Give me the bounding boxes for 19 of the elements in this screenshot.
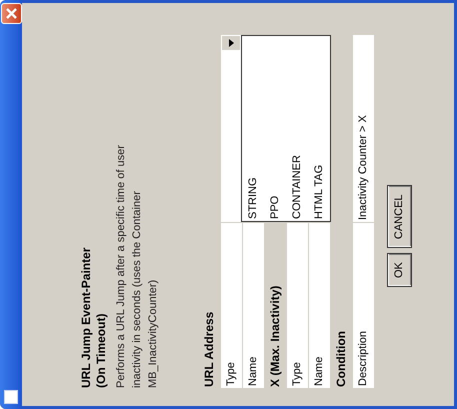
dropdown-button[interactable]: [221, 35, 241, 51]
dropdown-option[interactable]: CONTAINER: [286, 36, 308, 221]
ok-button[interactable]: OK: [387, 253, 412, 287]
close-icon: [4, 7, 18, 20]
dropdown-option[interactable]: HTML TAG: [308, 36, 330, 221]
property-value: Inactivity Counter > X: [353, 35, 374, 222]
window-icon: [4, 390, 18, 404]
dropdown-option[interactable]: STRING: [242, 36, 264, 221]
property-label: Description: [353, 223, 374, 388]
description-text: Performs a URL Jump after a specific time of user inactivity in seconds (uses the Container MB_InactivityCounter): [114, 144, 160, 388]
dialog-heading: URL Jump Event-Painter (On Timeout): [79, 246, 109, 388]
property-label: Name: [243, 223, 264, 388]
cancel-button[interactable]: CANCEL: [387, 185, 412, 248]
property-label: Name: [309, 223, 330, 388]
property-label: Type: [221, 223, 242, 388]
dropdown-option[interactable]: PPO: [264, 36, 286, 221]
property-label: Type: [287, 223, 308, 388]
dropdown-arrow-icon: [228, 39, 234, 47]
close-button[interactable]: [0, 3, 22, 24]
